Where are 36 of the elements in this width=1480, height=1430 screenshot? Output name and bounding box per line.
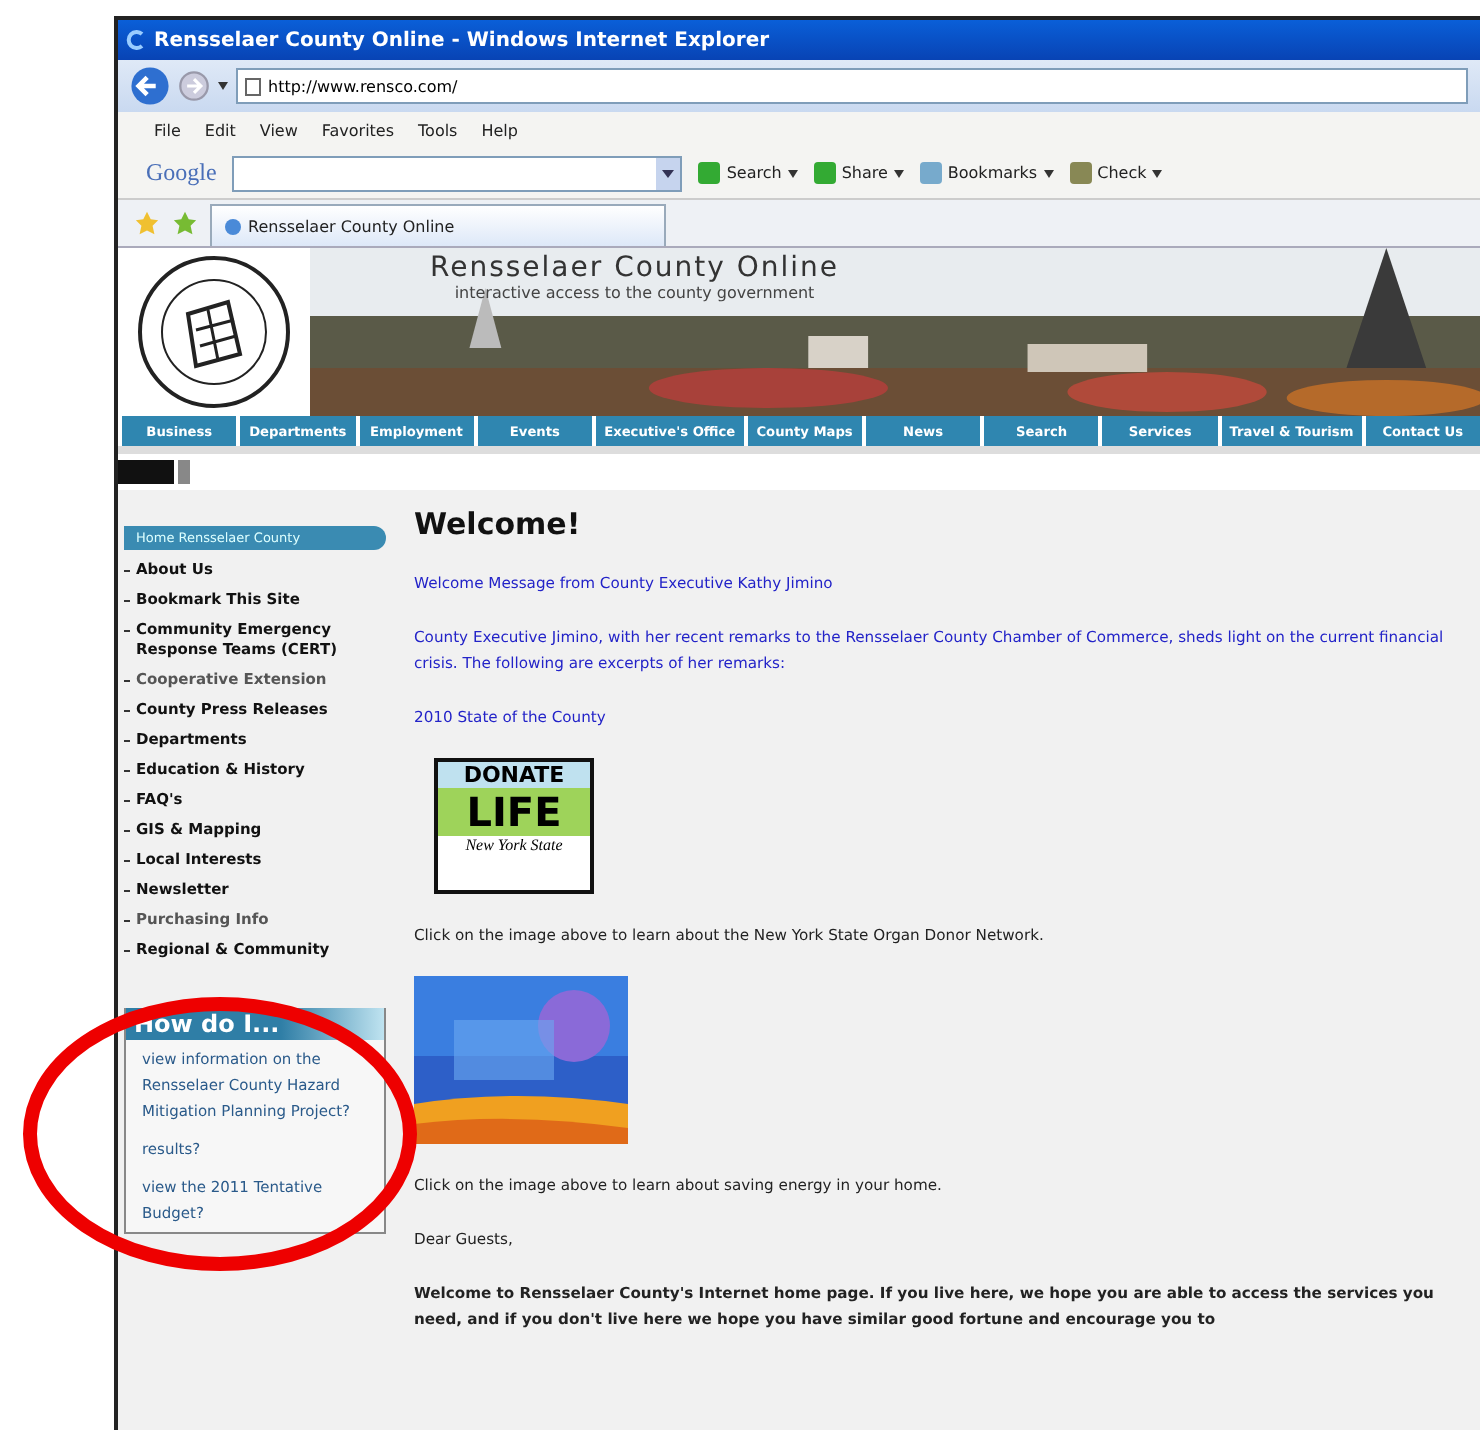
favorites-star-icon[interactable] bbox=[134, 210, 160, 236]
menu-item[interactable]: View bbox=[259, 121, 298, 139]
donate-life-logo[interactable]: DONATE LIFE New York State bbox=[434, 758, 594, 894]
menu-item[interactable]: Edit bbox=[204, 121, 236, 139]
google-search-field[interactable] bbox=[232, 155, 683, 191]
window-title-text: Rensselaer County Online - Windows Internet Explorer bbox=[154, 29, 770, 51]
browser-tab[interactable]: Rensselaer County Online bbox=[210, 204, 666, 246]
toolbar-icon bbox=[698, 162, 721, 184]
add-favorite-icon[interactable] bbox=[172, 210, 198, 236]
dropdown-icon[interactable] bbox=[656, 157, 681, 189]
menu-item[interactable]: Help bbox=[481, 121, 518, 139]
welcome-heading: Welcome! bbox=[414, 506, 583, 542]
toolbar-button[interactable]: Check bbox=[1069, 162, 1163, 184]
caret-icon bbox=[1043, 169, 1054, 177]
toolbar-icon bbox=[1069, 162, 1092, 184]
page-icon bbox=[224, 217, 242, 235]
back-icon[interactable] bbox=[130, 66, 170, 106]
caret-icon bbox=[218, 82, 228, 90]
site-tagline: interactive access to the county government bbox=[454, 284, 815, 302]
page-icon bbox=[244, 77, 262, 95]
browser-icon bbox=[126, 30, 146, 50]
toolbar-button[interactable]: Search bbox=[698, 162, 798, 184]
caret-icon bbox=[893, 169, 904, 177]
caret-icon bbox=[787, 169, 798, 177]
menu-item[interactable]: Favorites bbox=[321, 121, 395, 139]
menu-item[interactable]: File bbox=[154, 121, 181, 139]
toolbar-icon bbox=[813, 162, 836, 184]
menu-item[interactable]: Tools bbox=[418, 121, 458, 139]
forward-icon[interactable] bbox=[178, 70, 210, 102]
caret-icon bbox=[1152, 169, 1163, 177]
toolbar-button[interactable]: Bookmarks bbox=[919, 162, 1054, 184]
toolbar-icon bbox=[919, 162, 942, 184]
toolbar-button[interactable]: Share bbox=[813, 162, 904, 184]
site-title: Rensselaer County Online bbox=[430, 252, 840, 284]
google-logo: Google bbox=[146, 158, 217, 188]
address-field[interactable]: http://www.rensco.com/ bbox=[236, 68, 1468, 104]
